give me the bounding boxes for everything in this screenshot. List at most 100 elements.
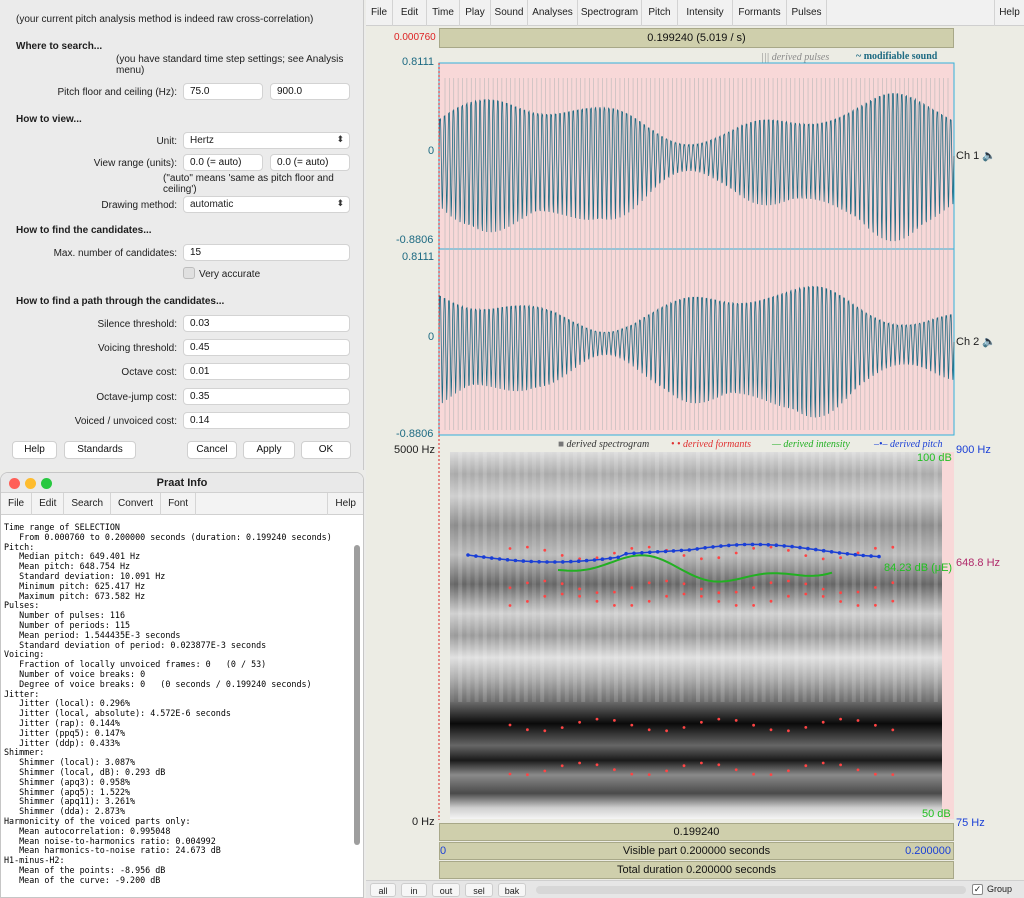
voiced-unvoiced-cost-input[interactable] — [183, 412, 350, 429]
total-duration-bar[interactable]: Total duration 0.200000 seconds — [439, 861, 954, 879]
pitch-point — [806, 546, 810, 551]
formant-dot — [734, 719, 738, 722]
formant-dot — [647, 599, 651, 603]
zoom-out-button[interactable]: out — [432, 883, 460, 897]
pitch-point — [576, 559, 581, 563]
formant-dot — [682, 592, 686, 596]
formant-dot — [787, 594, 790, 598]
legend-pitch-text: derived pitch — [890, 439, 943, 450]
view-range-max-input[interactable] — [270, 154, 350, 171]
formant-dot — [717, 591, 721, 595]
updown-chevron-icon: ⬍ — [336, 134, 344, 144]
spectrogram-stripe — [778, 452, 782, 702]
max-candidates-label: Max. number of candidates: — [53, 248, 177, 259]
info-menu-search[interactable]: Search — [64, 493, 112, 515]
zoom-in-button[interactable]: in — [401, 883, 427, 897]
pitch-point — [853, 552, 858, 557]
info-scrollbar[interactable] — [354, 545, 360, 845]
help-button[interactable]: Help — [12, 441, 57, 459]
formant-dot — [630, 723, 634, 727]
formant-dot — [856, 719, 860, 722]
spectrogram-stripe — [556, 452, 561, 702]
pitch-point — [569, 559, 573, 564]
line-icon: — — [772, 439, 781, 450]
pitch-point — [608, 556, 613, 561]
ch1-name: Ch 1 — [956, 150, 980, 162]
info-menu-file[interactable]: File — [1, 493, 33, 515]
apply-button[interactable]: Apply — [243, 441, 295, 459]
formant-dot — [613, 551, 616, 555]
horizontal-scrollbar[interactable] — [536, 886, 966, 894]
spectrogram-stripe — [761, 452, 766, 702]
spectrogram-stripe — [491, 452, 495, 702]
info-menu-edit[interactable]: Edit — [32, 493, 65, 515]
standards-button[interactable]: Standards — [64, 441, 136, 459]
formant-dot — [630, 547, 634, 550]
formant-dot — [700, 761, 703, 765]
spectrogram-stripe — [835, 452, 840, 702]
selection-time-bar[interactable]: 0.199240 — [439, 823, 954, 841]
group-checkbox[interactable]: ✓ — [972, 884, 983, 895]
formant-dot — [543, 579, 547, 583]
formant-dot — [804, 554, 808, 557]
pitch-floor-input[interactable] — [183, 83, 263, 100]
minimize-icon[interactable] — [25, 478, 36, 489]
info-menu-help[interactable]: Help — [327, 493, 363, 515]
zoom-icon[interactable] — [41, 478, 52, 489]
formant-dot — [717, 763, 721, 767]
voicing-threshold-input[interactable] — [183, 339, 350, 356]
close-icon[interactable] — [9, 478, 20, 489]
zoom-back-button[interactable]: bak — [498, 883, 526, 897]
pitch-point — [727, 543, 731, 548]
view-range-min-input[interactable] — [183, 154, 263, 171]
zoom-all-button[interactable]: all — [370, 883, 396, 897]
formant-dot — [647, 581, 651, 585]
formant-dot — [560, 726, 564, 729]
sound-editor: File Edit Time Play Sound Analyses Spect… — [366, 0, 1024, 898]
info-menu-font[interactable]: Font — [161, 493, 197, 515]
formant-dot — [787, 729, 790, 733]
ch1-label[interactable]: Ch 1 🔈 — [956, 149, 996, 162]
unit-select[interactable]: Hertz ⬍ — [183, 132, 350, 149]
pitch-point — [655, 550, 660, 554]
octave-jump-cost-input[interactable] — [183, 388, 350, 405]
formant-dot — [700, 720, 703, 724]
visible-part-bar[interactable]: 0 Visible part 0.200000 seconds 0.200000 — [439, 842, 954, 860]
formant-dot — [665, 594, 668, 598]
octave-cost-input[interactable] — [183, 363, 350, 380]
ok-button[interactable]: OK — [301, 441, 351, 459]
square-icon: ■ — [558, 439, 565, 450]
zoom-sel-button[interactable]: sel — [465, 883, 493, 897]
silence-threshold-input[interactable] — [183, 315, 350, 332]
info-title: Praat Info — [156, 477, 208, 489]
spectrogram-stripe — [884, 452, 889, 702]
max-candidates-input[interactable] — [183, 244, 350, 261]
pitch-point — [592, 558, 597, 562]
drawing-method-select[interactable]: automatic ⬍ — [183, 196, 350, 213]
formant-dot — [752, 604, 755, 607]
spectrogram-stripe — [868, 452, 873, 702]
pitch-point — [711, 545, 715, 549]
spectrogram-stripe — [482, 452, 487, 702]
silence-threshold-label: Silence threshold: — [97, 319, 178, 330]
visible-start-label: 0 — [440, 845, 447, 857]
spectrogram-stripe — [819, 452, 823, 702]
ch2-label[interactable]: Ch 2 🔈 — [956, 335, 996, 348]
info-menu-convert[interactable]: Convert — [111, 493, 162, 515]
ch1-min-label: -0.8806 — [396, 234, 434, 246]
cancel-button[interactable]: Cancel — [187, 441, 237, 459]
pitch-point — [845, 552, 850, 556]
info-titlebar: Praat Info — [1, 473, 363, 493]
method-note: (your current pitch analysis method is i… — [16, 14, 314, 25]
pitch-ceiling-input[interactable] — [270, 83, 350, 100]
formant-dot — [839, 600, 842, 603]
very-accurate-checkbox[interactable] — [183, 267, 195, 279]
formant-dot — [613, 590, 616, 594]
formant-dot — [839, 591, 842, 595]
formant-dot — [874, 586, 877, 589]
formant-dot — [734, 590, 738, 594]
pitch-top-label: 900 Hz — [956, 444, 991, 456]
info-text[interactable]: Time range of SELECTION From 0.000760 to… — [4, 523, 350, 895]
formant-dot — [630, 604, 634, 607]
unit-value: Hertz — [190, 135, 214, 146]
